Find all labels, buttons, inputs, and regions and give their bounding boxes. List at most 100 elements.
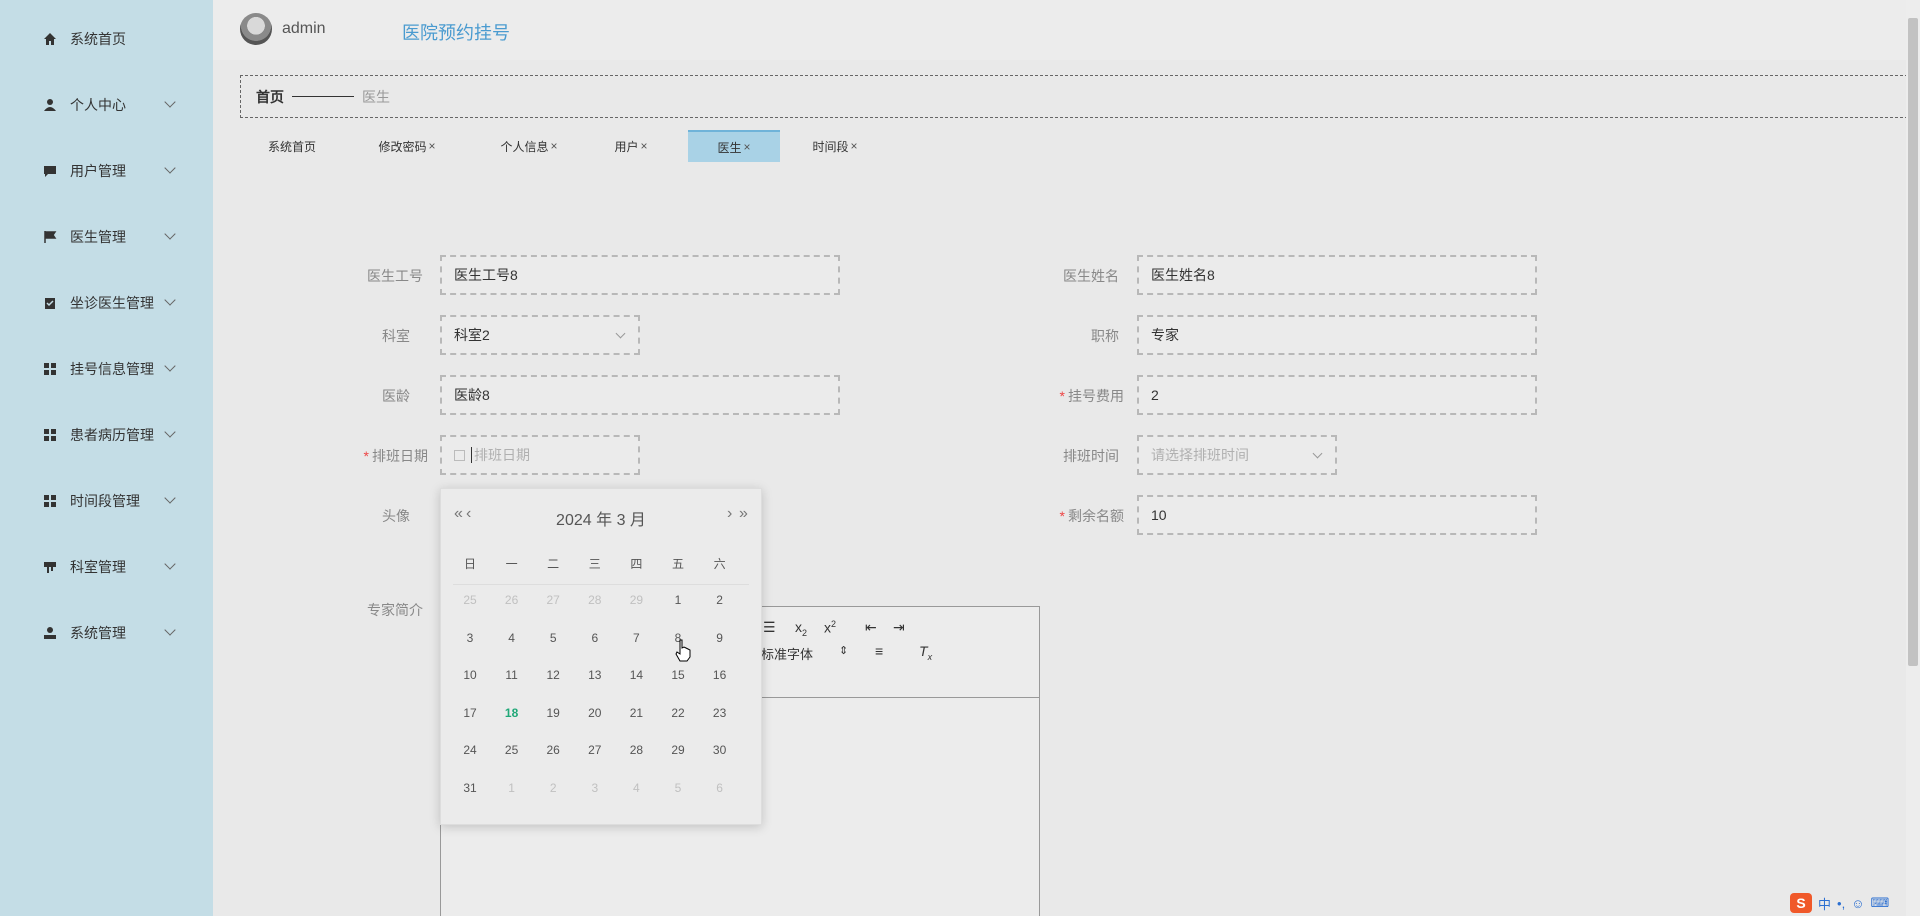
sidebar-item-3[interactable]: 医生管理 — [0, 217, 213, 257]
sidebar-item-1[interactable]: 个人中心 — [0, 85, 213, 125]
department-select[interactable]: 科室2 — [440, 315, 640, 355]
sidebar-item-2[interactable]: 用户管理 — [0, 151, 213, 191]
doctor-id-input[interactable]: 医生工号8 — [440, 255, 840, 295]
calendar-day[interactable]: 23 — [699, 706, 741, 720]
tab-0[interactable]: 系统首页 — [250, 130, 334, 162]
calendar-day[interactable]: 30 — [699, 743, 741, 757]
calendar-day[interactable]: 13 — [574, 668, 616, 682]
calendar-day[interactable]: 3 — [574, 781, 616, 795]
calendar-day[interactable]: 21 — [615, 706, 657, 720]
flag-icon — [42, 229, 58, 245]
clear-format-icon[interactable]: Tx — [919, 643, 932, 662]
calendar-day[interactable]: 26 — [532, 743, 574, 757]
next-year-icon[interactable]: » — [739, 505, 748, 523]
doctor-name-input[interactable]: 医生姓名8 — [1137, 255, 1537, 295]
calendar-day[interactable]: 31 — [449, 781, 491, 795]
superscript-icon[interactable]: x2 — [824, 619, 836, 636]
calendar-day[interactable]: 16 — [699, 668, 741, 682]
sidebar-item-0[interactable]: 系统首页 — [0, 19, 213, 59]
calendar-day[interactable]: 1 — [491, 781, 533, 795]
picker-title[interactable]: 2024 年 3 月 — [441, 506, 761, 530]
username[interactable]: admin — [282, 20, 326, 38]
avatar[interactable] — [240, 13, 272, 45]
picker-month[interactable]: 3 — [617, 512, 626, 529]
indent-icon[interactable]: ⇥ — [893, 619, 905, 636]
calendar-day[interactable]: 2 — [532, 781, 574, 795]
breadcrumb-home[interactable]: 首页 — [256, 87, 284, 107]
schedule-date-input[interactable]: 排班日期 — [440, 435, 640, 475]
close-icon[interactable]: × — [551, 139, 558, 153]
tab-3[interactable]: 用户 × — [601, 130, 661, 162]
calendar-day[interactable]: 27 — [532, 593, 574, 607]
calendar-day[interactable]: 6 — [699, 781, 741, 795]
select-arrows-icon[interactable]: ⇕ — [839, 644, 848, 657]
calendar-day[interactable]: 25 — [491, 743, 533, 757]
seniority-input[interactable]: 医龄8 — [440, 375, 840, 415]
schedule-time-select[interactable]: 请选择排班时间 — [1137, 435, 1337, 475]
sidebar-item-9[interactable]: 系统管理 — [0, 613, 213, 653]
outdent-icon[interactable]: ⇤ — [865, 619, 877, 636]
calendar-day[interactable]: 27 — [574, 743, 616, 757]
calendar-day[interactable]: 14 — [615, 668, 657, 682]
chevron-down-icon — [615, 328, 626, 339]
chevron-down-icon — [164, 360, 176, 372]
calendar-day[interactable]: 29 — [615, 593, 657, 607]
punctuation-icon[interactable]: •, — [1837, 896, 1845, 911]
sidebar-item-4[interactable]: 坐诊医生管理 — [0, 283, 213, 323]
ime-logo-icon[interactable]: S — [1790, 893, 1812, 913]
tab-1[interactable]: 修改密码 × — [359, 130, 455, 162]
emoji-icon[interactable]: ☺ — [1851, 896, 1864, 911]
tab-4[interactable]: 医生 × — [688, 130, 780, 162]
sidebar-item-6[interactable]: 患者病历管理 — [0, 415, 213, 455]
calendar-day[interactable]: 7 — [615, 631, 657, 645]
next-month-icon[interactable]: › — [727, 505, 732, 523]
calendar-day[interactable]: 22 — [657, 706, 699, 720]
picker-year[interactable]: 2024 — [556, 512, 592, 529]
calendar-day[interactable]: 17 — [449, 706, 491, 720]
close-icon[interactable]: × — [641, 139, 648, 153]
scrollbar-thumb[interactable] — [1908, 18, 1918, 666]
font-select[interactable]: 标准字体 — [761, 644, 813, 663]
subscript-icon[interactable]: x2 — [795, 619, 807, 638]
title-input[interactable]: 专家 — [1137, 315, 1537, 355]
calendar-day[interactable]: 15 — [657, 668, 699, 682]
ime-mode[interactable]: 中 — [1818, 894, 1831, 913]
sidebar-item-5[interactable]: 挂号信息管理 — [0, 349, 213, 389]
calendar-day[interactable]: 24 — [449, 743, 491, 757]
calendar-day[interactable]: 4 — [615, 781, 657, 795]
tab-5[interactable]: 时间段 × — [792, 130, 878, 162]
calendar-day[interactable]: 3 — [449, 631, 491, 645]
calendar-day[interactable]: 1 — [657, 593, 699, 607]
keyboard-icon[interactable]: ⌨ — [1870, 895, 1889, 911]
calendar-day[interactable]: 28 — [574, 593, 616, 607]
calendar-day[interactable]: 5 — [657, 781, 699, 795]
align-icon[interactable]: ≡ — [875, 643, 883, 659]
calendar-day[interactable]: 20 — [574, 706, 616, 720]
sidebar-item-7[interactable]: 时间段管理 — [0, 481, 213, 521]
fee-input[interactable]: 2 — [1137, 375, 1537, 415]
calendar-day[interactable]: 19 — [532, 706, 574, 720]
sidebar-item-label: 科室管理 — [70, 559, 126, 575]
close-icon[interactable]: × — [429, 139, 436, 153]
calendar-day[interactable]: 9 — [699, 631, 741, 645]
calendar-day[interactable]: 5 — [532, 631, 574, 645]
list-icon[interactable]: ☰ — [763, 619, 776, 636]
calendar-day[interactable]: 28 — [615, 743, 657, 757]
calendar-day[interactable]: 18 — [491, 706, 533, 720]
calendar-day[interactable]: 10 — [449, 668, 491, 682]
calendar-day[interactable]: 2 — [699, 593, 741, 607]
tab-2[interactable]: 个人信息 × — [481, 130, 577, 162]
calendar-day[interactable]: 12 — [532, 668, 574, 682]
calendar-day[interactable]: 26 — [491, 593, 533, 607]
close-icon[interactable]: × — [744, 140, 751, 154]
ime-toolbar[interactable]: S 中 •, ☺ ⌨ — [1790, 892, 1889, 914]
calendar-day[interactable]: 11 — [491, 668, 533, 682]
sidebar-item-label: 个人中心 — [70, 97, 126, 113]
calendar-day[interactable]: 25 — [449, 593, 491, 607]
remaining-input[interactable]: 10 — [1137, 495, 1537, 535]
calendar-day[interactable]: 29 — [657, 743, 699, 757]
calendar-day[interactable]: 4 — [491, 631, 533, 645]
close-icon[interactable]: × — [851, 139, 858, 153]
sidebar-item-8[interactable]: 科室管理 — [0, 547, 213, 587]
calendar-day[interactable]: 6 — [574, 631, 616, 645]
